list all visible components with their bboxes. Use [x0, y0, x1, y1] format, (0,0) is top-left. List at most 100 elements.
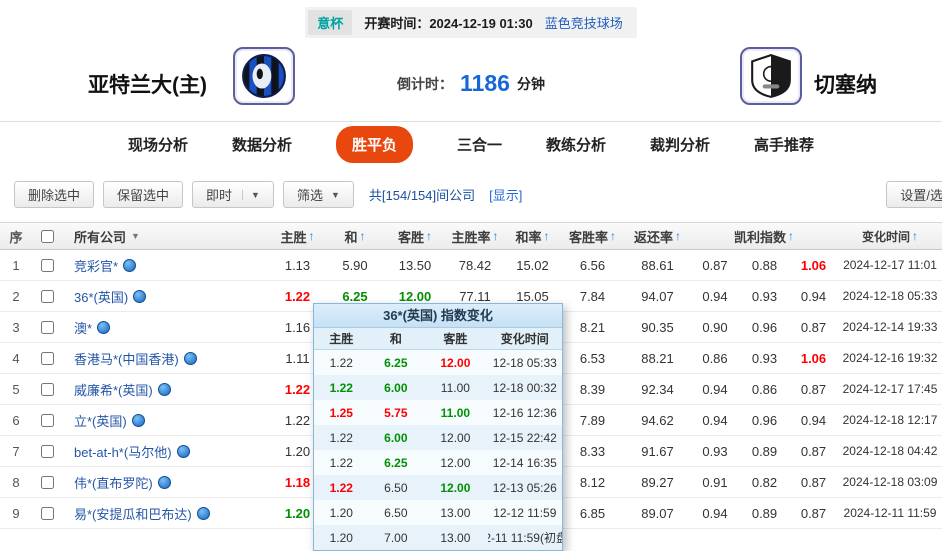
company-odds-icon[interactable] [123, 259, 136, 272]
tab-4[interactable]: 三合一 [457, 134, 502, 155]
header-change-time[interactable]: 变化时间↑ [838, 223, 942, 249]
tab-2[interactable]: 数据分析 [232, 134, 292, 155]
delete-selected-button[interactable]: 删除选中 [14, 181, 94, 208]
row-checkbox-cell [32, 374, 62, 404]
header-away-odds[interactable]: 客胜↑ [385, 223, 445, 249]
popup-col-header: 和 [369, 328, 424, 349]
row-checkbox[interactable] [41, 445, 54, 458]
company-link[interactable]: 香港马*(中国香港) [74, 349, 179, 368]
row-checkbox[interactable] [41, 321, 54, 334]
company-filter-icon[interactable]: ▼ [131, 231, 140, 241]
select-all-checkbox[interactable] [41, 230, 54, 243]
kelly-away-cell: 1.06 [789, 250, 838, 280]
popup-odds-cell: 12.00 [423, 475, 487, 500]
row-checkbox[interactable] [41, 290, 54, 303]
row-checkbox-cell [32, 405, 62, 435]
kelly-away-cell: 0.94 [789, 405, 838, 435]
row-checkbox[interactable] [41, 352, 54, 365]
company-count-text: 共[154/154]间公司 [369, 185, 475, 204]
company-link[interactable]: bet-at-h*(马尔他) [74, 442, 172, 461]
filter-dropdown[interactable]: 筛选 ▼ [283, 181, 354, 208]
sort-asc-icon: ↑ [426, 229, 432, 243]
popup-row: 1.206.5013.0012-12 11:59 [314, 500, 562, 525]
company-link[interactable]: 36*(英国) [74, 287, 128, 306]
header-return-rate[interactable]: 返还率↑ [625, 223, 690, 249]
company-odds-icon[interactable] [97, 321, 110, 334]
away-rate-cell: 8.33 [560, 436, 625, 466]
company-link[interactable]: 竞彩官* [74, 256, 118, 275]
away-rate-cell: 8.39 [560, 374, 625, 404]
away-team-logo [740, 47, 802, 105]
kelly-home-cell: 0.94 [690, 281, 740, 311]
company-link[interactable]: 立*(英国) [74, 411, 127, 430]
header-home-odds[interactable]: 主胜↑ [270, 223, 325, 249]
header-kelly-index[interactable]: 凯利指数↑ [690, 223, 838, 249]
header-home-rate[interactable]: 主胜率↑ [445, 223, 505, 249]
kelly-draw-cell: 0.96 [740, 312, 789, 342]
kelly-draw-cell: 0.86 [740, 374, 789, 404]
company-link[interactable]: 伟*(直布罗陀) [74, 473, 153, 492]
countdown-unit: 分钟 [517, 74, 545, 94]
company-odds-icon[interactable] [132, 414, 145, 427]
sort-asc-icon: ↑ [675, 229, 681, 243]
row-checkbox[interactable] [41, 383, 54, 396]
header-draw-odds[interactable]: 和↑ [325, 223, 385, 249]
change-time-cell: 2024-12-18 03:09 [838, 467, 942, 497]
tab-7[interactable]: 高手推荐 [754, 134, 814, 155]
row-checkbox[interactable] [41, 476, 54, 489]
popup-row: 1.226.0011.0012-18 00:32 [314, 375, 562, 400]
return-rate-cell: 92.34 [625, 374, 690, 404]
tab-6[interactable]: 裁判分析 [650, 134, 710, 155]
home-odds-cell[interactable]: 1.13 [270, 250, 325, 280]
kelly-away-cell: 0.94 [789, 281, 838, 311]
row-checkbox[interactable] [41, 259, 54, 272]
kelly-away-cell: 0.87 [789, 467, 838, 497]
kelly-draw-cell: 0.82 [740, 467, 789, 497]
popup-odds-cell: 1.22 [314, 350, 369, 375]
away-odds-cell[interactable]: 13.50 [385, 250, 445, 280]
header-draw-rate[interactable]: 和率↑ [505, 223, 560, 249]
show-link[interactable]: [显示] [489, 185, 522, 204]
company-odds-icon[interactable] [158, 383, 171, 396]
popup-odds-cell: 12.00 [423, 450, 487, 475]
row-checkbox[interactable] [41, 507, 54, 520]
row-number: 8 [0, 467, 32, 497]
away-rate-cell: 7.84 [560, 281, 625, 311]
tab-1[interactable]: 现场分析 [128, 134, 188, 155]
header-company[interactable]: 所有公司 ▼ [62, 223, 270, 249]
settings-button[interactable]: 设置/选项 [886, 181, 942, 208]
chevron-down-icon: ▼ [331, 190, 340, 200]
company-odds-icon[interactable] [177, 445, 190, 458]
table-row: 1竞彩官*1.135.9013.5078.4215.026.5688.610.8… [0, 250, 942, 281]
company-odds-icon[interactable] [184, 352, 197, 365]
away-rate-cell: 6.85 [560, 498, 625, 528]
popup-odds-cell: 11.00 [423, 400, 487, 425]
kelly-away-cell: 0.87 [789, 436, 838, 466]
popup-odds-cell: 1.22 [314, 450, 369, 475]
keep-selected-button[interactable]: 保留选中 [103, 181, 183, 208]
popup-odds-cell: 6.25 [369, 350, 424, 375]
company-odds-icon[interactable] [197, 507, 210, 520]
tab-5[interactable]: 教练分析 [546, 134, 606, 155]
sort-asc-icon: ↑ [493, 229, 499, 243]
company-link[interactable]: 易*(安提瓜和巴布达) [74, 504, 192, 523]
odds-history-popup: 36*(英国) 指数变化 主胜和客胜变化时间 1.226.2512.0012-1… [313, 303, 563, 551]
popup-row: 1.226.5012.0012-13 05:26 [314, 475, 562, 500]
popup-time-cell: 12-14 16:35 [488, 450, 562, 475]
change-time-cell: 2024-12-16 19:32 [838, 343, 942, 373]
company-link[interactable]: 威廉希*(英国) [74, 380, 153, 399]
instant-dropdown[interactable]: 即时 ▼ [192, 181, 274, 208]
header-away-rate[interactable]: 客胜率↑ [560, 223, 625, 249]
change-time-cell: 2024-12-17 17:45 [838, 374, 942, 404]
row-checkbox[interactable] [41, 414, 54, 427]
company-link[interactable]: 澳* [74, 318, 92, 337]
popup-col-header: 主胜 [314, 328, 369, 349]
company-odds-icon[interactable] [133, 290, 146, 303]
kelly-draw-cell: 0.89 [740, 498, 789, 528]
tab-3[interactable]: 胜平负 [336, 126, 413, 163]
match-info-bar: 意杯 开赛时间：2024-12-19 01:30 蓝色竞技球场 [0, 7, 942, 38]
draw-odds-cell[interactable]: 5.90 [325, 250, 385, 280]
company-odds-icon[interactable] [158, 476, 171, 489]
kelly-home-cell: 0.93 [690, 436, 740, 466]
filter-dropdown-label: 筛选 [297, 185, 323, 204]
